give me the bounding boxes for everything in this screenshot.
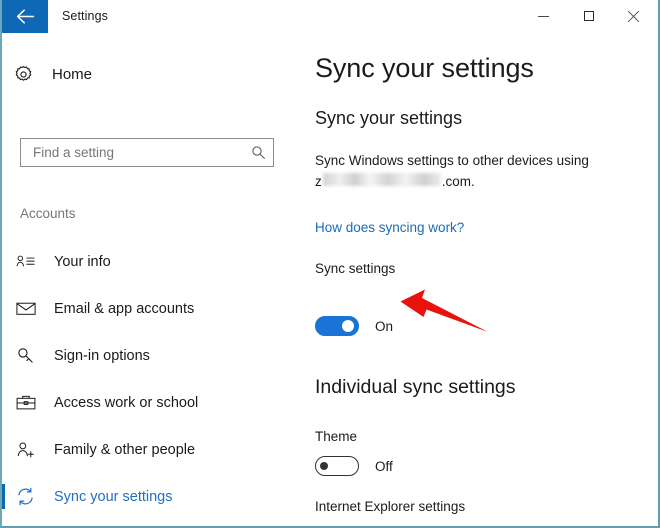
redacted-email-blur [322,173,441,186]
envelope-icon [16,301,46,316]
description-line-2: z .com. [315,173,475,189]
sidebar-item-sync-your-settings[interactable]: Sync your settings [2,473,298,520]
sidebar-item-label: Email & app accounts [54,300,195,317]
individual-sync-settings-title: Individual sync settings [315,376,516,398]
navigation-pane: Home Accounts [2,33,298,526]
sync-arrows-icon [16,487,46,506]
search-icon[interactable] [243,145,273,160]
sync-settings-state: On [375,318,394,334]
theme-toggle-row: Off [315,456,393,476]
key-icon [16,346,46,365]
nav-group-header: Accounts [20,206,76,221]
theme-label: Theme [315,429,358,444]
minimize-button[interactable] [521,0,566,32]
maximize-icon [583,11,594,21]
toggle-knob [342,320,354,332]
minimize-icon [538,15,549,17]
sidebar-item-label: Your info [54,253,111,270]
sidebar-item-your-info[interactable]: Your info [2,238,298,285]
person-info-icon [16,254,46,269]
window-title: Settings [62,9,108,23]
gear-icon [14,65,42,84]
description-line-1: Sync Windows settings to other devices u… [315,153,589,168]
sidebar-item-email-app-accounts[interactable]: Email & app accounts [2,285,298,332]
close-icon [627,10,640,23]
page-title: Sync your settings [315,53,534,83]
sidebar-item-label: Sign-in options [54,347,150,364]
search-box[interactable] [20,138,274,167]
sidebar-item-family-other-people[interactable]: Family & other people [2,426,298,473]
person-add-icon [16,441,46,459]
sidebar-item-home[interactable]: Home [14,59,92,89]
description-email-suffix: .com. [441,174,475,189]
sidebar-item-access-work-or-school[interactable]: Access work or school [2,379,298,426]
search-input[interactable] [31,144,243,161]
sync-settings-toggle[interactable] [315,316,359,336]
sync-settings-label: Sync settings [315,261,396,276]
content-pane: Sync your settings Sync your settings Sy… [298,33,658,526]
sidebar-item-label: Family & other people [54,441,196,458]
internet-explorer-settings-label: Internet Explorer settings [315,499,466,514]
selection-indicator [2,484,5,509]
back-arrow-icon [16,9,35,24]
sync-settings-toggle-row: On [315,316,393,336]
nav-list: Your info Email & app accounts Sign-in o… [2,238,298,520]
sidebar-item-sign-in-options[interactable]: Sign-in options [2,332,298,379]
theme-state: Off [375,458,393,474]
sidebar-item-home-label: Home [52,65,93,83]
back-button[interactable] [2,0,48,33]
description-email-prefix: z [315,174,322,189]
sidebar-item-label: Access work or school [54,394,199,411]
maximize-button[interactable] [566,0,611,32]
settings-window: Settings Home Find a setting Accounts Yo… [0,0,660,528]
briefcase-icon [16,394,46,411]
how-does-syncing-work-link[interactable]: How does syncing work? [315,220,464,235]
theme-toggle[interactable] [315,456,359,476]
title-bar: Settings [2,0,658,33]
sidebar-item-label: Sync your settings [54,488,173,505]
close-button[interactable] [611,0,656,32]
section-title: Sync your settings [315,108,463,128]
toggle-knob [320,462,328,470]
